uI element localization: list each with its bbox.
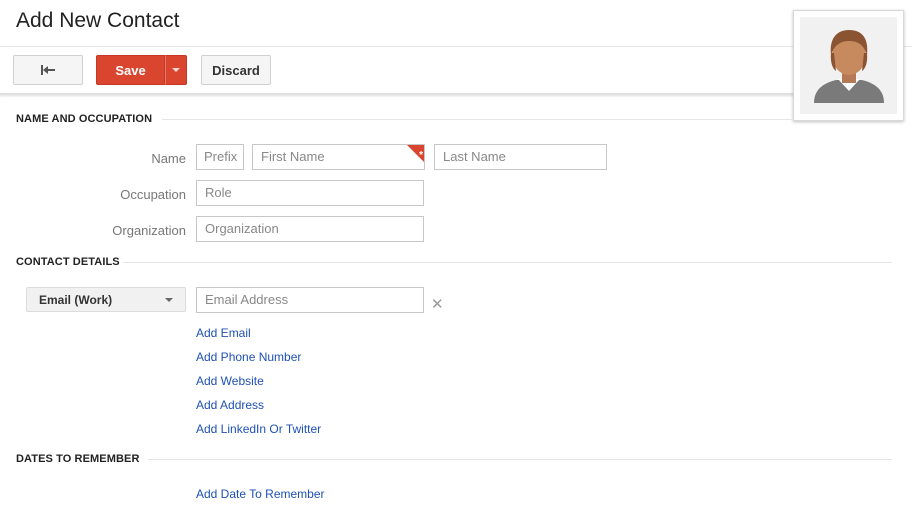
close-icon[interactable]: ✕ — [431, 297, 444, 313]
add-date-link[interactable]: Add Date To Remember — [196, 487, 325, 501]
section-name-occupation-title: NAME AND OCCUPATION — [16, 113, 153, 125]
contact-type-select[interactable]: Email (Work) — [26, 287, 186, 312]
contact-type-value: Email (Work) — [39, 292, 113, 307]
add-address-link[interactable]: Add Address — [196, 398, 264, 412]
chevron-down-icon — [172, 68, 180, 72]
role-input[interactable]: Role — [196, 180, 424, 206]
page-title: Add New Contact — [16, 9, 180, 32]
organization-input[interactable]: Organization — [196, 216, 424, 242]
name-label: Name — [151, 151, 186, 166]
avatar — [800, 17, 897, 114]
first-name-input[interactable]: First Name * — [252, 144, 425, 170]
section-dates-title: DATES TO REMEMBER — [16, 453, 140, 465]
person-avatar-icon — [814, 30, 884, 103]
first-name-placeholder: First Name — [261, 149, 325, 164]
toolbar-shadow — [0, 93, 800, 95]
prefix-input[interactable]: Prefix — [196, 144, 244, 170]
section-divider — [123, 262, 892, 263]
add-email-link[interactable]: Add Email — [196, 326, 251, 340]
discard-button[interactable]: Discard — [201, 55, 271, 85]
back-button[interactable] — [13, 55, 83, 85]
add-phone-number-link[interactable]: Add Phone Number — [196, 350, 301, 364]
chevron-down-icon — [165, 298, 173, 302]
save-options-button[interactable] — [165, 55, 187, 85]
section-contact-details-title: CONTACT DETAILS — [16, 256, 120, 268]
header-divider — [0, 46, 912, 47]
email-address-input[interactable]: Email Address — [196, 287, 424, 313]
section-divider — [148, 459, 892, 460]
add-linkedin-twitter-link[interactable]: Add LinkedIn Or Twitter — [196, 422, 321, 436]
save-button[interactable]: Save — [96, 55, 165, 85]
occupation-label: Occupation — [120, 187, 186, 202]
back-arrow-icon — [41, 65, 55, 75]
section-divider — [162, 119, 792, 120]
organization-label: Organization — [112, 223, 186, 238]
avatar-card[interactable] — [793, 10, 904, 121]
last-name-input[interactable]: Last Name — [434, 144, 607, 170]
add-website-link[interactable]: Add Website — [196, 374, 264, 388]
required-star: * — [419, 150, 423, 161]
